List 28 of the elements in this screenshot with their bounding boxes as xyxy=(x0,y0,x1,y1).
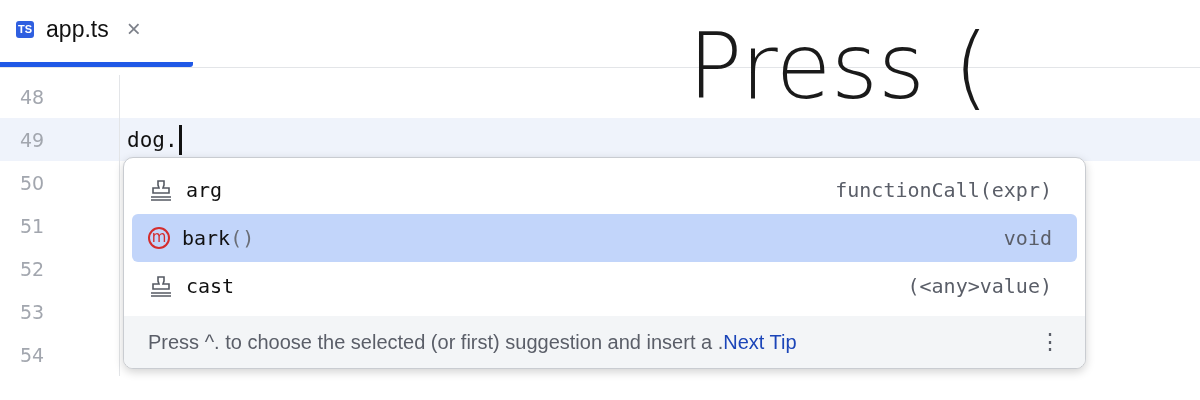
completion-item[interactable]: cast (<any>value) xyxy=(132,262,1077,310)
typescript-file-icon: TS xyxy=(16,20,35,38)
item-name: bark() xyxy=(182,226,255,250)
file-tab[interactable]: TS app.ts × xyxy=(0,0,193,67)
code-text: dog. xyxy=(120,124,182,155)
close-icon[interactable]: × xyxy=(126,15,141,43)
completion-item[interactable]: m bark() void xyxy=(132,214,1077,262)
line-number: 50 xyxy=(0,161,120,204)
next-tip-link[interactable]: Next Tip xyxy=(723,330,797,354)
line-number: 51 xyxy=(0,204,120,247)
item-type: functionCall(expr) xyxy=(835,178,1052,202)
hint-text: Press ^. to choose the selected (or first) suggestion and insert a . xyxy=(148,330,724,354)
line-number: 52 xyxy=(0,247,120,290)
tab-label: app.ts xyxy=(46,15,109,43)
more-menu-button[interactable]: ⋮ xyxy=(1039,329,1061,355)
item-type: (<any>value) xyxy=(907,274,1052,298)
line-number: 49 xyxy=(0,118,120,161)
line-number: 53 xyxy=(0,290,120,333)
line-number: 54 xyxy=(0,333,120,376)
item-name: cast xyxy=(186,274,235,298)
item-type: void xyxy=(1003,226,1052,250)
completion-item[interactable]: arg functionCall(expr) xyxy=(132,166,1077,214)
stamp-icon xyxy=(148,273,174,299)
text-caret xyxy=(178,124,182,155)
item-name: arg xyxy=(186,178,223,202)
overlay-caption: Press ( xyxy=(688,22,989,112)
method-icon: m xyxy=(148,227,170,249)
stamp-icon xyxy=(148,177,174,203)
